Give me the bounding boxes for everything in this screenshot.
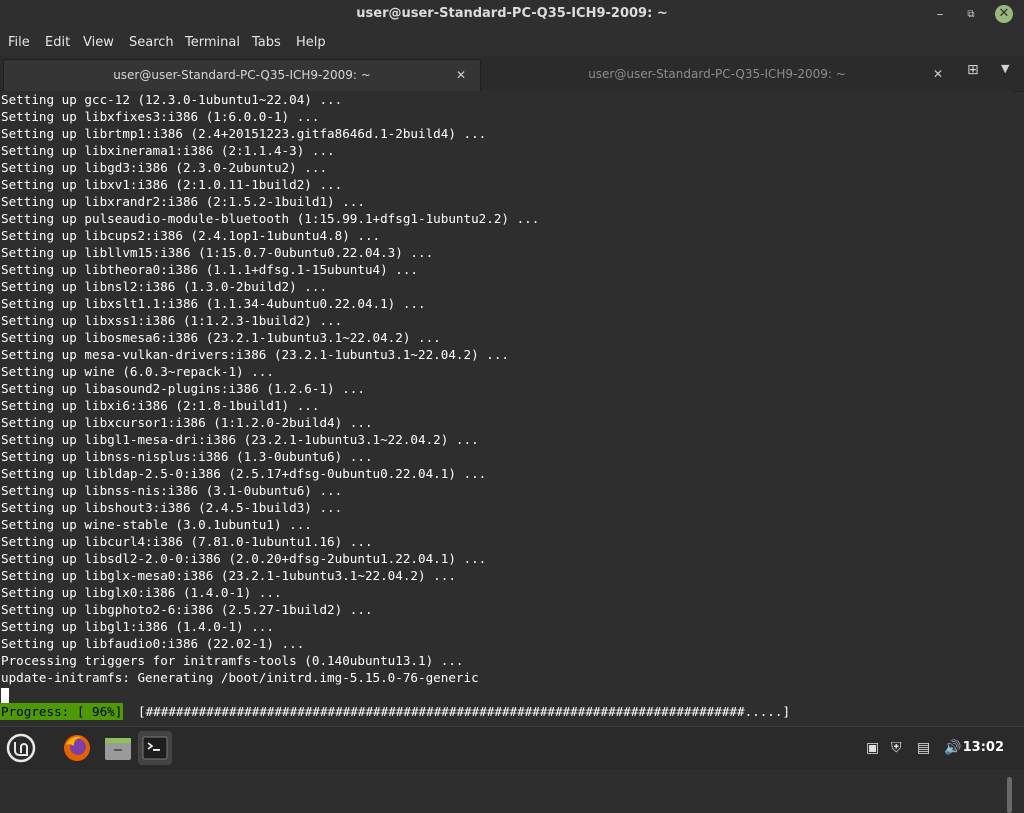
terminal-line: Setting up libxinerama1:i386 (2:1.1.4-3)…	[1, 143, 335, 158]
terminal-line: Setting up libsdl2-2.0-0:i386 (2.0.20+df…	[1, 551, 487, 566]
terminal-line: Setting up libxss1:i386 (1:1.2.3-1build2…	[1, 313, 343, 328]
menu-bar: File Edit View Search Terminal Tabs Help	[0, 29, 1024, 56]
terminal-line: Setting up libllvm15:i386 (1:15.0.7-0ubu…	[1, 245, 434, 260]
terminal-line: Setting up libxi6:i386 (2:1.8-1build1) .…	[1, 398, 320, 413]
terminal-line: Setting up pulseaudio-module-bluetooth (…	[1, 211, 540, 226]
terminal-line: Setting up libfaudio0:i386 (22.02-1) ...	[1, 636, 305, 651]
terminal-line: Setting up libcurl4:i386 (7.81.0-1ubuntu…	[1, 534, 373, 549]
tab-close-icon[interactable]: ✕	[456, 60, 466, 91]
terminal-line: Setting up libglx0:i386 (1.4.0-1) ...	[1, 585, 282, 600]
menu-edit[interactable]: Edit	[45, 35, 70, 50]
terminal-line: Setting up libgl1:i386 (1.4.0-1) ...	[1, 619, 274, 634]
terminal-line: Setting up librtmp1:i386 (2.4+20151223.g…	[1, 126, 487, 141]
terminal-line: Setting up libxslt1.1:i386 (1.1.34-4ubun…	[1, 296, 426, 311]
network-icon[interactable]: ▤	[917, 740, 930, 756]
firefox-icon[interactable]	[60, 731, 94, 765]
terminal-line: Setting up libasound2-plugins:i386 (1.2.…	[1, 381, 365, 396]
terminal-line: Setting up libnss-nis:i386 (3.1-0ubuntu6…	[1, 483, 343, 498]
minimize-icon[interactable]: –	[930, 5, 950, 25]
tab-terminal-2[interactable]: user@user-Standard-PC-Q35-ICH9-2009: ~ ✕	[482, 59, 952, 90]
progress-row: Progress: [ 96%] [######################…	[0, 703, 790, 720]
notifications-icon[interactable]: ▣	[866, 740, 879, 756]
tab-menu-chevron-down-icon[interactable]: ▼	[1001, 62, 1009, 75]
progress-bar-text: [#######################################…	[138, 704, 791, 719]
terminal-line: Setting up wine (6.0.3~repack-1) ...	[1, 364, 274, 379]
close-icon[interactable]: ✕	[995, 5, 1013, 23]
progress-label: Progress: [ 96%]	[0, 703, 124, 720]
terminal-line: Setting up libnss-nisplus:i386 (1.3-0ubu…	[1, 449, 373, 464]
terminal-line: Setting up libgl1-mesa-dri:i386 (23.2.1-…	[1, 432, 479, 447]
terminal-line: Setting up libxrandr2:i386 (2:1.5.2-1bui…	[1, 194, 365, 209]
menu-tabs[interactable]: Tabs	[252, 35, 281, 50]
terminal-line: Setting up libldap-2.5-0:i386 (2.5.17+df…	[1, 466, 487, 481]
scrollbar-thumb[interactable]	[1007, 777, 1012, 813]
taskbar: ▣ ⛨ ▤ 🔊 13:02	[0, 726, 1024, 769]
restore-icon[interactable]: ⧉	[961, 5, 981, 25]
menu-view[interactable]: View	[83, 35, 114, 50]
files-icon[interactable]	[101, 731, 135, 765]
tab-label: user@user-Standard-PC-Q35-ICH9-2009: ~	[113, 68, 371, 82]
menu-help[interactable]: Help	[296, 35, 326, 50]
clock[interactable]: 13:02	[963, 740, 1004, 755]
terminal-output[interactable]: Progress: [ 96%] [######################…	[0, 91, 1014, 813]
terminal-cursor	[1, 688, 9, 703]
volume-icon[interactable]: 🔊	[944, 740, 961, 756]
terminal-line: Setting up wine-stable (3.0.1ubuntu1) ..…	[1, 517, 312, 532]
terminal-line: Setting up libglx-mesa0:i386 (23.2.1-1ub…	[1, 568, 456, 583]
terminal-icon[interactable]	[138, 731, 172, 765]
shield-icon[interactable]: ⛨	[891, 740, 902, 756]
terminal-line: Setting up mesa-vulkan-drivers:i386 (23.…	[1, 347, 509, 362]
tab-close-icon[interactable]: ✕	[933, 59, 943, 90]
terminal-line: Setting up libxv1:i386 (2:1.0.11-1build2…	[1, 177, 343, 192]
menu-search[interactable]: Search	[129, 35, 174, 50]
tab-terminal-1[interactable]: user@user-Standard-PC-Q35-ICH9-2009: ~ ✕	[3, 59, 481, 91]
terminal-line: Setting up libcups2:i386 (2.4.1op1-1ubun…	[1, 228, 381, 243]
terminal-line: Setting up libxcursor1:i386 (1:1.2.0-2bu…	[1, 415, 373, 430]
new-tab-icon[interactable]: ⊞	[967, 62, 979, 78]
terminal-line: Setting up libgphoto2-6:i386 (2.5.27-1bu…	[1, 602, 373, 617]
terminal-line: Setting up gcc-12 (12.3.0-1ubuntu1~22.04…	[1, 92, 343, 107]
terminal-line: Processing triggers for initramfs-tools …	[1, 653, 464, 668]
tab-label: user@user-Standard-PC-Q35-ICH9-2009: ~	[588, 67, 846, 81]
terminal-line: Setting up libgd3:i386 (2.3.0-2ubuntu2) …	[1, 160, 328, 175]
window-title: user@user-Standard-PC-Q35-ICH9-2009: ~	[356, 6, 668, 21]
terminal-line: Setting up libosmesa6:i386 (23.2.1-1ubun…	[1, 330, 441, 345]
menu-terminal[interactable]: Terminal	[185, 35, 240, 50]
tab-bar: user@user-Standard-PC-Q35-ICH9-2009: ~ ✕…	[0, 56, 1024, 92]
terminal-line: Setting up libxfixes3:i386 (1:6.0.0-1) .…	[1, 109, 320, 124]
mint-menu-icon[interactable]	[4, 731, 38, 765]
title-bar: user@user-Standard-PC-Q35-ICH9-2009: ~ –…	[0, 0, 1024, 29]
terminal-line: Setting up libshout3:i386 (2.4.5-1build3…	[1, 500, 343, 515]
terminal-line: Setting up libnsl2:i386 (1.3.0-2build2) …	[1, 279, 328, 294]
terminal-line: Setting up libtheora0:i386 (1.1.1+dfsg.1…	[1, 262, 419, 277]
terminal-line: update-initramfs: Generating /boot/initr…	[1, 670, 479, 685]
menu-file[interactable]: File	[8, 35, 30, 50]
